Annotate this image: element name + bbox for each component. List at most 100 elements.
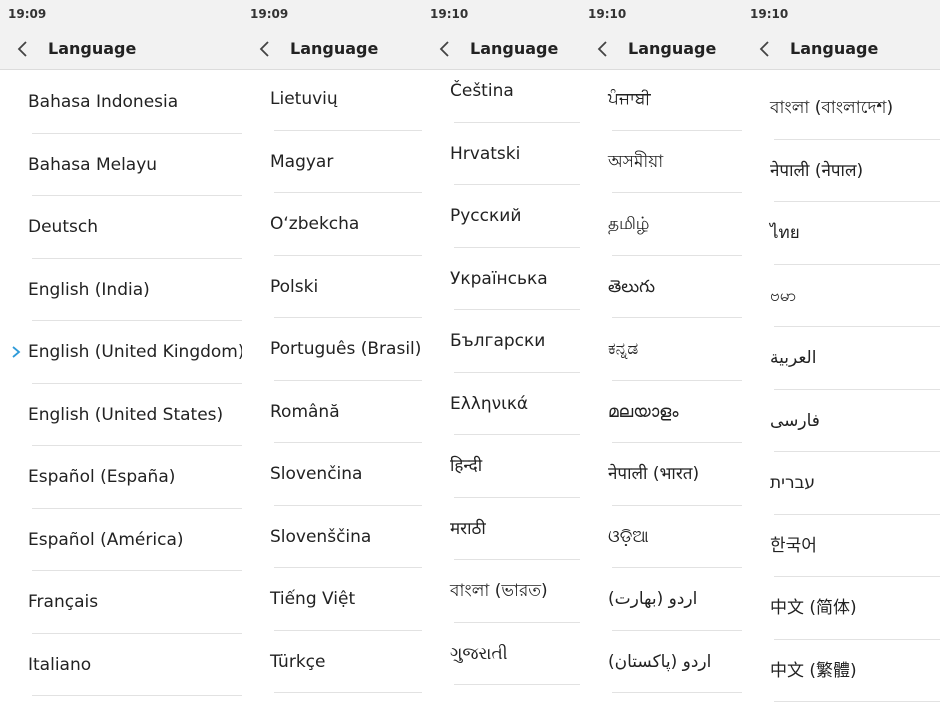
language-item[interactable]: Español (España): [0, 446, 242, 509]
status-bar: 19:10: [742, 0, 940, 28]
back-button[interactable]: [756, 40, 774, 58]
language-item[interactable]: Tiếng Việt: [242, 568, 422, 631]
language-label: Slovenčina: [270, 464, 363, 484]
language-item[interactable]: Lietuvių: [242, 68, 422, 131]
language-item[interactable]: नेपाली (नेपाल): [742, 140, 940, 202]
status-bar: 19:09: [0, 0, 242, 28]
language-item-selected[interactable]: English (United Kingdom): [0, 321, 242, 384]
language-item[interactable]: नेपाली (भारत): [580, 443, 742, 506]
language-list: বাংলা (বাংলাদেশ) नेपाली (नेपाल) ไทย ဗမာ …: [742, 77, 940, 702]
language-item[interactable]: עברית: [742, 452, 940, 515]
language-item[interactable]: Ελληνικά: [422, 373, 580, 435]
language-label: தமிழ்: [608, 214, 650, 234]
language-item[interactable]: ဗမာ: [742, 265, 940, 327]
language-item[interactable]: Čeština: [422, 60, 580, 123]
language-item[interactable]: O‘zbekcha: [242, 193, 422, 256]
language-item[interactable]: हिन्दी: [422, 435, 580, 498]
language-label: Français: [28, 592, 99, 612]
language-label: Čeština: [450, 81, 514, 101]
language-item[interactable]: Magyar: [242, 131, 422, 193]
language-item[interactable]: Română: [242, 381, 422, 443]
language-item[interactable]: ଓଡ଼ିଆ: [580, 506, 742, 568]
language-list: Lietuvių Magyar O‘zbekcha Polski Portugu…: [242, 68, 422, 693]
status-time: 19:09: [250, 7, 289, 21]
language-item[interactable]: മലയാളം: [580, 381, 742, 443]
back-button[interactable]: [14, 40, 32, 58]
language-item[interactable]: ਪੰਜਾਬੀ: [580, 68, 742, 131]
language-list: ਪੰਜਾਬੀ অসমীয়া தமிழ் తెలుగు ಕನ್ನಡ മലയാളം…: [580, 68, 742, 693]
language-item[interactable]: English (United States): [0, 384, 242, 446]
language-item[interactable]: বাংলা (ভারত): [422, 560, 580, 623]
language-label: ไทย: [770, 223, 800, 243]
language-item[interactable]: Français: [0, 571, 242, 634]
title-bar: Language: [742, 28, 940, 70]
language-item[interactable]: Italiano: [0, 634, 242, 696]
language-item[interactable]: Português (Brasil): [242, 318, 422, 381]
page-title: Language: [48, 39, 137, 58]
language-label: हिन्दी: [450, 456, 483, 476]
language-label: অসমীয়া: [608, 151, 664, 172]
title-bar: Language: [242, 28, 422, 70]
language-item[interactable]: Hrvatski: [422, 123, 580, 185]
language-item[interactable]: Slovenščina: [242, 506, 422, 568]
language-item[interactable]: Русский: [422, 185, 580, 248]
language-item[interactable]: ગુજરાતી: [422, 623, 580, 685]
language-item[interactable]: ಕನ್ನಡ: [580, 318, 742, 381]
language-label: Українська: [450, 268, 548, 289]
language-label: العربية: [770, 348, 817, 368]
language-item[interactable]: English (India): [0, 259, 242, 321]
language-label: Hrvatski: [450, 143, 521, 164]
page-title: Language: [628, 39, 717, 58]
language-label: Ελληνικά: [450, 393, 529, 414]
title-bar: Language: [0, 28, 242, 70]
language-item[interactable]: اردو (پاکستان): [580, 631, 742, 693]
language-label: Português (Brasil): [270, 339, 422, 359]
language-label: فارسی: [770, 410, 820, 431]
language-item[interactable]: فارسی: [742, 390, 940, 452]
language-label: ଓଡ଼ିଆ: [608, 526, 649, 547]
language-item[interactable]: Türkçe: [242, 631, 422, 693]
language-item[interactable]: العربية: [742, 327, 940, 390]
language-item[interactable]: తెలుగు: [580, 256, 742, 318]
language-item[interactable]: বাংলা (বাংলাদেশ): [742, 77, 940, 140]
language-label: Türkçe: [270, 651, 326, 672]
language-label: עברית: [770, 473, 816, 493]
language-item[interactable]: ไทย: [742, 202, 940, 265]
language-item[interactable]: 中文 (繁體): [742, 640, 940, 702]
language-item[interactable]: Bahasa Indonesia: [0, 71, 242, 134]
language-item[interactable]: Українська: [422, 248, 580, 310]
language-label: Bahasa Melayu: [28, 154, 158, 175]
language-item[interactable]: मराठी: [422, 498, 580, 560]
back-button[interactable]: [256, 40, 274, 58]
back-button[interactable]: [594, 40, 612, 58]
language-label: Español (España): [28, 467, 176, 487]
language-item[interactable]: Español (América): [0, 509, 242, 571]
language-label: ဗမာ: [770, 285, 797, 306]
row-divider: [32, 695, 242, 696]
language-label: Tiếng Việt: [270, 589, 356, 609]
language-label: Magyar: [270, 151, 334, 172]
row-divider: [612, 692, 742, 693]
language-label: नेपाली (नेपाल): [770, 160, 864, 181]
language-item[interactable]: Deutsch: [0, 196, 242, 259]
language-label: English (United Kingdom): [28, 342, 242, 362]
language-label: Español (América): [28, 529, 184, 550]
language-label: O‘zbekcha: [270, 214, 360, 234]
language-label: اردو (بھارت): [608, 589, 698, 609]
chevron-left-icon: [439, 41, 449, 57]
language-label: English (United States): [28, 404, 224, 425]
language-screen-2: 19:09 Language Lietuvių Magyar O‘zbekcha…: [242, 0, 422, 702]
language-item[interactable]: অসমীয়া: [580, 131, 742, 193]
status-bar: 19:10: [580, 0, 742, 28]
language-item[interactable]: Polski: [242, 256, 422, 318]
language-item[interactable]: Български: [422, 310, 580, 373]
language-item[interactable]: Bahasa Melayu: [0, 134, 242, 196]
language-label: 中文 (简体): [770, 598, 857, 618]
language-item[interactable]: 한국어: [742, 515, 940, 577]
language-screen-5: 19:10 Language বাংলা (বাংলাদেশ) नेपाली (…: [742, 0, 940, 702]
language-item[interactable]: 中文 (简体): [742, 577, 940, 640]
language-item[interactable]: اردو (بھارت): [580, 568, 742, 631]
language-item[interactable]: Slovenčina: [242, 443, 422, 506]
back-button[interactable]: [436, 40, 454, 58]
language-item[interactable]: தமிழ்: [580, 193, 742, 256]
